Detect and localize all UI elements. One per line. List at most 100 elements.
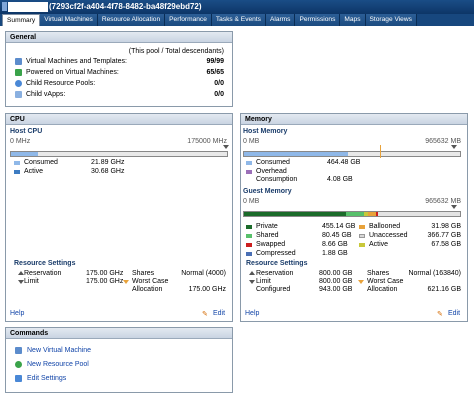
cpu-consumed-fill bbox=[11, 152, 38, 156]
cpu-limit-label: Limit bbox=[24, 278, 39, 285]
guest-private-value: 455.14 GB bbox=[322, 223, 356, 230]
guest-unaccessed-segment bbox=[377, 212, 460, 216]
cpu-min: 0 MHz bbox=[10, 138, 31, 145]
tab-virtual-machines[interactable]: Virtual Machines bbox=[40, 14, 98, 26]
tab-resource-allocation[interactable]: Resource Allocation bbox=[97, 14, 166, 26]
guest-ballooned-value: 31.98 GB bbox=[431, 223, 461, 230]
guest-shared-swatch bbox=[246, 234, 252, 238]
tab-maps[interactable]: Maps bbox=[340, 14, 366, 26]
cpu-consumed-value: 21.89 GHz bbox=[91, 159, 125, 166]
cpu-worst-case-label: Worst Case bbox=[132, 278, 169, 285]
memory-configured-value: 943.00 GB bbox=[319, 286, 353, 293]
cpu-resource-settings-title: Resource Settings bbox=[14, 260, 76, 267]
memory-worst-case-label: Worst Case bbox=[367, 278, 404, 285]
edit-settings-link[interactable]: Edit Settings bbox=[27, 375, 66, 382]
memory-reservation-icon bbox=[249, 271, 255, 275]
guest-ballooned-segment bbox=[368, 212, 376, 216]
tab-alarms[interactable]: Alarms bbox=[265, 14, 296, 26]
memory-limit-icon bbox=[249, 280, 255, 284]
tab-performance[interactable]: Performance bbox=[165, 14, 212, 26]
tab-storage-views[interactable]: Storage Views bbox=[365, 14, 417, 26]
memory-edit-link[interactable]: Edit bbox=[448, 310, 460, 317]
cpu-edit-link[interactable]: Edit bbox=[213, 310, 225, 317]
cpu-title: CPU bbox=[6, 114, 232, 125]
memory-consumed-fill bbox=[244, 152, 348, 156]
new-resource-pool-icon bbox=[15, 361, 22, 368]
commands-title: Commands bbox=[6, 328, 232, 339]
vms-templates-label: Virtual Machines and Templates: bbox=[26, 58, 127, 65]
memory-consumed-label: Consumed bbox=[256, 159, 290, 166]
vms-templates-value: 99/99 bbox=[206, 58, 224, 65]
guest-memory-max: 965632 MB bbox=[425, 198, 461, 205]
powered-on-vm-icon bbox=[15, 69, 22, 76]
pencil-icon: ✎ bbox=[202, 311, 208, 318]
memory-overhead-value: 4.08 GB bbox=[327, 176, 353, 183]
cpu-worst-case-value: 175.00 GHz bbox=[188, 286, 226, 293]
new-resource-pool-link[interactable]: New Resource Pool bbox=[27, 361, 89, 368]
edit-settings-icon bbox=[15, 375, 22, 382]
memory-max: 965632 MB bbox=[425, 138, 461, 145]
general-title: General bbox=[6, 32, 232, 43]
cpu-limit-value: 175.00 GHz bbox=[86, 278, 124, 285]
pencil-icon: ✎ bbox=[437, 311, 443, 318]
tab-tasks-events[interactable]: Tasks & Events bbox=[211, 14, 266, 26]
host-cpu-title: Host CPU bbox=[10, 128, 43, 135]
memory-min: 0 MB bbox=[243, 138, 260, 145]
cpu-shares-value: Normal (4000) bbox=[181, 270, 226, 277]
general-panel: General (This pool / Total descendants) … bbox=[5, 31, 233, 107]
memory-panel: Memory Host Memory 0 MB 965632 MB Consum… bbox=[240, 113, 468, 322]
memory-shares-label: Shares bbox=[367, 270, 390, 277]
window-title: (7293cf2f-a404-4f78-8482-ba48f29ebd72) bbox=[49, 2, 202, 11]
memory-reservation-marker bbox=[380, 145, 382, 158]
host-memory-bar bbox=[243, 151, 461, 157]
guest-active-swatch bbox=[359, 243, 365, 247]
memory-limit-label: Limit bbox=[256, 278, 271, 285]
child-vapps-value: 0/0 bbox=[214, 91, 224, 98]
guest-shared-value: 80.45 GB bbox=[322, 232, 352, 239]
memory-help-link[interactable]: Help bbox=[245, 310, 259, 317]
memory-allocation-label: Allocation bbox=[367, 286, 398, 293]
cpu-active-value: 30.68 GHz bbox=[91, 168, 125, 175]
memory-worst-case-icon bbox=[358, 280, 364, 284]
new-virtual-machine-link[interactable]: New Virtual Machine bbox=[27, 347, 91, 354]
memory-consumed-swatch bbox=[246, 161, 252, 165]
tab-summary[interactable]: Summary bbox=[2, 14, 41, 26]
guest-ballooned-label: Ballooned bbox=[369, 223, 401, 230]
memory-consumed-value: 464.48 GB bbox=[327, 159, 361, 166]
cpu-help-link[interactable]: Help bbox=[10, 310, 24, 317]
window-titlebar: (7293cf2f-a404-4f78-8482-ba48f29ebd72) bbox=[0, 0, 474, 14]
powered-on-value: 65/65 bbox=[206, 69, 224, 76]
cpu-worst-case-icon bbox=[123, 280, 129, 284]
cpu-usage-bar bbox=[10, 151, 228, 157]
guest-private-segment bbox=[244, 212, 346, 216]
guest-ballooned-swatch bbox=[359, 225, 365, 229]
cpu-limit-marker bbox=[223, 145, 229, 149]
guest-unaccessed-value: 366.77 GB bbox=[427, 232, 461, 239]
memory-title: Memory bbox=[241, 114, 467, 125]
new-vm-icon bbox=[15, 347, 22, 354]
memory-limit-marker bbox=[451, 145, 457, 149]
cpu-reservation-label: Reservation bbox=[24, 270, 62, 277]
host-memory-title: Host Memory bbox=[243, 128, 288, 135]
guest-private-swatch bbox=[246, 225, 252, 229]
guest-limit-marker bbox=[451, 205, 457, 209]
tab-permissions[interactable]: Permissions bbox=[295, 14, 341, 26]
child-pools-value: 0/0 bbox=[214, 80, 224, 87]
cpu-consumed-swatch bbox=[14, 161, 20, 165]
cpu-reservation-value: 175.00 GHz bbox=[86, 270, 124, 277]
cpu-panel: CPU Host CPU 0 MHz 175000 MHz Consumed 2… bbox=[5, 113, 233, 322]
memory-reservation-value: 800.00 GB bbox=[319, 270, 353, 277]
guest-active-value: 67.58 GB bbox=[431, 241, 461, 248]
child-vapps-label: Child vApps: bbox=[26, 91, 66, 98]
memory-limit-value: 800.00 GB bbox=[319, 278, 353, 285]
memory-configured-label: Configured bbox=[256, 286, 291, 293]
child-pools-label: Child Resource Pools: bbox=[26, 80, 96, 87]
cpu-consumed-label: Consumed bbox=[24, 159, 58, 166]
guest-compressed-label: Compressed bbox=[256, 250, 296, 257]
vm-icon bbox=[15, 58, 22, 65]
redacted-name bbox=[8, 2, 48, 12]
cpu-shares-label: Shares bbox=[132, 270, 155, 277]
memory-shares-value: Normal (163840) bbox=[408, 270, 461, 277]
guest-shared-label: Shared bbox=[256, 232, 279, 239]
guest-private-label: Private bbox=[256, 223, 278, 230]
